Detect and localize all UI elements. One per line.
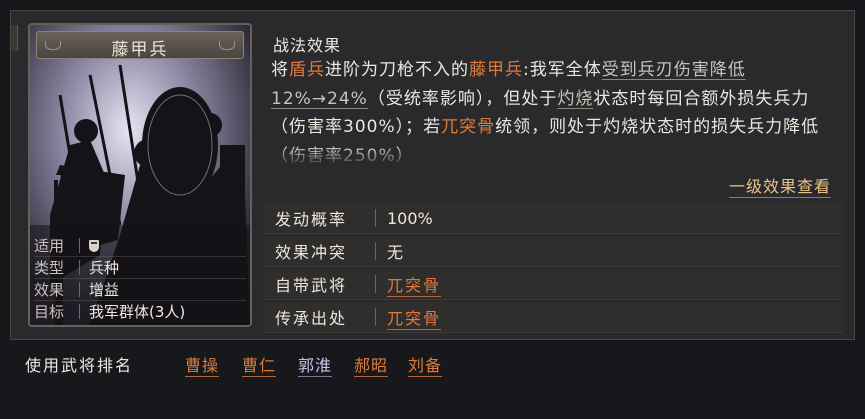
damage-reduction-value: 12%→24% [271, 88, 368, 109]
text-segment: 将 [271, 60, 289, 80]
title-ornament-right [219, 41, 235, 50]
info-label: 目标 [34, 303, 65, 321]
ranking-label: 使用武将排名 [25, 356, 134, 375]
damage-reduction-text: 受到兵刃伤害降低 [601, 60, 746, 80]
info-row-effect: 效果 增益 [34, 279, 246, 301]
divider [375, 308, 376, 326]
divider [79, 238, 80, 253]
prop-value: 无 [387, 243, 404, 262]
general-ranking-bar: 使用武将排名 曹操 曹仁 郭淮 郝昭 刘备 [10, 342, 855, 384]
native-general-link[interactable]: 兀突骨 [387, 272, 442, 297]
prop-row-native-general: 自带武将 兀突骨 [263, 269, 843, 300]
troop-card: 藤甲兵 适用 类型 兵种 效果 增益 目标 我军群体(3人) [28, 23, 252, 327]
divider [79, 304, 80, 319]
divider [375, 275, 376, 293]
info-value: 增益 [89, 281, 120, 299]
info-row-type: 类型 兵种 [34, 257, 246, 279]
divider [79, 282, 80, 297]
prop-row-conflict: 效果冲突 无 [263, 236, 843, 267]
prop-label: 效果冲突 [275, 243, 348, 262]
info-value: 兵种 [89, 259, 120, 277]
effect-box: 战法效果 将盾兵进阶为刀枪不入的藤甲兵:我军全体受到兵刃伤害降低 12%→24%（… [263, 25, 843, 199]
effect-description[interactable]: 将盾兵进阶为刀枪不入的藤甲兵:我军全体受到兵刃伤害降低 12%→24%（受统率影响… [271, 56, 833, 168]
ranking-general-link[interactable]: 郝昭 [354, 352, 389, 377]
text-segment: （受统率影响），但处于 [367, 88, 558, 109]
keyword-burning[interactable]: 灼烧 [557, 89, 593, 109]
keyword-general-wutugu[interactable]: 兀突骨 [441, 117, 495, 137]
shield-icon [89, 239, 99, 252]
side-tab[interactable] [11, 25, 18, 51]
divider [79, 260, 80, 275]
text-segment: :我军全体 [523, 60, 602, 80]
prop-label: 自带武将 [275, 276, 348, 295]
keyword-rattan-troops[interactable]: 藤甲兵 [469, 60, 523, 80]
info-label: 适用 [34, 237, 65, 255]
info-row-target: 目标 我军群体(3人) [34, 301, 246, 322]
divider [375, 242, 376, 260]
card-title: 藤甲兵 [111, 40, 169, 60]
prop-row-trigger-rate: 发动概率 100% [263, 203, 843, 234]
card-info-table: 适用 类型 兵种 效果 增益 目标 我军群体(3人) [34, 235, 246, 322]
prop-label: 传承出处 [275, 309, 348, 328]
inherit-source-link[interactable]: 兀突骨 [387, 305, 442, 330]
property-rows: 发动概率 100% 效果冲突 无 自带武将 兀突骨 传承出处 兀突骨 [263, 203, 843, 335]
prop-value: 100% [387, 208, 433, 228]
divider [375, 209, 376, 227]
text-segment: 进阶为刀枪不入的 [325, 60, 469, 80]
info-label: 效果 [34, 281, 65, 299]
ranking-general-link[interactable]: 刘备 [408, 352, 443, 377]
skill-detail-panel: 藤甲兵 适用 类型 兵种 效果 增益 目标 我军群体(3人) 战法效果 将盾兵进… [10, 10, 855, 340]
ranking-general-link[interactable]: 郭淮 [298, 352, 333, 377]
keyword-shield-troops[interactable]: 盾兵 [289, 60, 325, 80]
info-label: 类型 [34, 259, 65, 277]
card-title-bar: 藤甲兵 [36, 31, 244, 60]
prop-row-inherit-source: 传承出处 兀突骨 [263, 302, 843, 333]
ranking-general-link[interactable]: 曹操 [185, 352, 220, 377]
info-value: 我军群体(3人) [89, 303, 186, 321]
info-row-applicable: 适用 [34, 235, 246, 257]
level-one-effect-link[interactable]: 一级效果查看 [728, 173, 831, 198]
ranking-general-link[interactable]: 曹仁 [242, 352, 277, 377]
prop-label: 发动概率 [275, 210, 348, 229]
effect-title: 战法效果 [273, 36, 342, 55]
